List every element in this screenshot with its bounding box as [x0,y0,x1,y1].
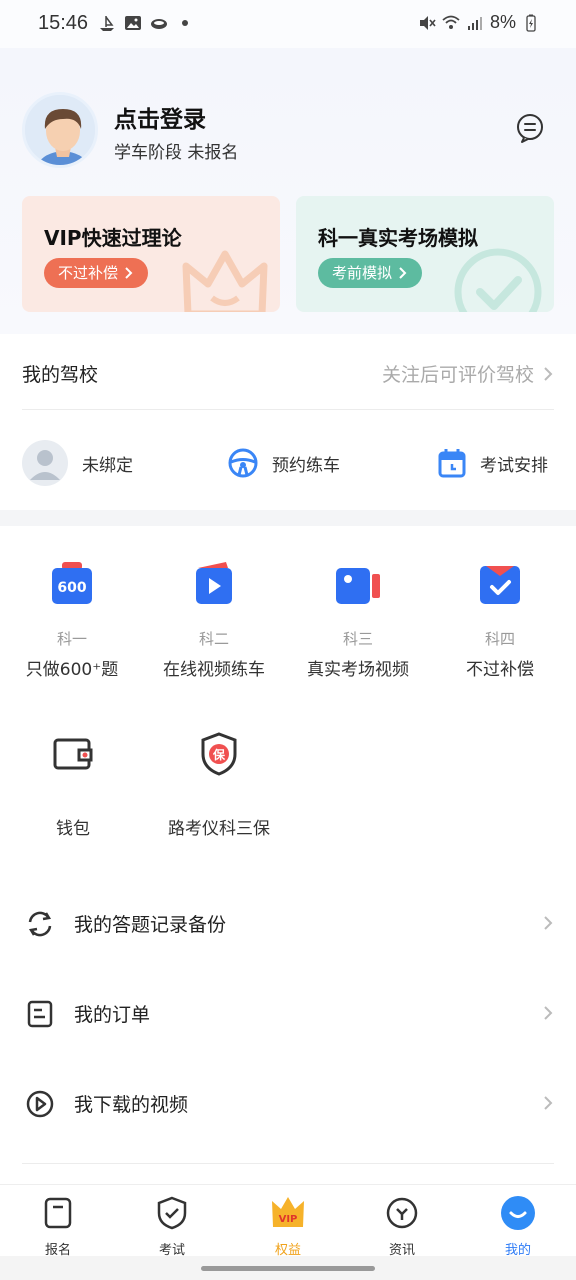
simulation-card-pill[interactable]: 考前模拟 [318,258,423,288]
play-circle-icon [26,1090,54,1118]
subject-one-badge: 600 [57,580,86,596]
nav-benefits[interactable]: VIP 权益 [248,1195,328,1258]
wallet-icon [53,738,93,770]
avatar[interactable] [22,92,98,168]
cloud-icon [151,19,167,29]
vip-card-pill[interactable]: 不过补偿 [44,258,149,288]
chevron-right-icon [544,1096,553,1110]
nav-signup[interactable]: 报名 [18,1195,98,1258]
my-school-label: 我的驾校 [22,364,99,386]
check-circle-icon [454,248,542,312]
chevron-right-icon [544,366,553,381]
subject-three[interactable]: 科三 真实考场视频 [286,562,430,680]
calendar-icon [438,449,466,478]
nav-me[interactable]: 我的 [478,1195,558,1258]
shield-bao-icon: 保 [201,732,237,776]
list-item-answer-backup[interactable]: 我的答题记录备份 [0,878,576,968]
nav-news[interactable]: 资讯 [362,1195,442,1258]
quick-item-book-practice[interactable]: 预约练车 [228,448,340,478]
login-subtitle: 学车阶段 未报名 [114,143,239,163]
vip-card[interactable]: VIP快速过理论 不过补偿 [22,196,280,312]
home-indicator-bar[interactable] [201,1266,375,1271]
ship-icon [100,16,114,31]
vip-card-pill-label: 不过补偿 [58,264,119,282]
simulation-card[interactable]: 科一真实考场模拟 考前模拟 [296,196,554,312]
login-title[interactable]: 点击登录 [114,100,206,134]
simulation-card-pill-label: 考前模拟 [332,264,393,282]
quick-item-label: 未绑定 [82,455,133,476]
me-face-icon [501,1196,535,1230]
shield-bao-badge: 保 [212,747,226,762]
quick-item-label: 考试安排 [480,455,548,476]
tool-label: 路考仪科三保 [168,819,270,839]
steering-wheel-icon [228,448,258,478]
image-icon [125,16,141,30]
list-item-orders[interactable]: 我的订单 [0,968,576,1058]
list-item-label: 我的答题记录备份 [74,914,227,936]
quick-item-label: 预约练车 [272,455,340,476]
vip-crown-icon: VIP [272,1197,304,1227]
news-compass-icon [386,1197,418,1229]
wifi-icon [442,15,460,29]
subject-sub: 科二 [198,630,229,648]
dot-icon [182,20,188,26]
subject-label: 真实考场视频 [307,660,409,680]
subject-label: 在线视频练车 [163,660,265,680]
nav-exam[interactable]: 考试 [132,1195,212,1258]
subjects-grid: 600 科一 只做600⁺题 科二 在线视频练车 科三 真实考场视频 科四 不过… [0,526,576,866]
user-placeholder-icon [22,440,68,486]
list-item-downloaded-videos[interactable]: 我下载的视频 [0,1058,576,1148]
subject-four[interactable]: 科四 不过补偿 [428,562,572,680]
chevron-right-icon [544,916,553,930]
follow-school-text: 关注后可评价驾校 [381,364,534,386]
chevron-right-icon [125,267,133,279]
tool-road-test-guarantee[interactable]: 保 路考仪科三保 [148,730,290,839]
chevron-right-icon [399,267,407,279]
vip-badge: VIP [279,1214,298,1225]
tool-wallet[interactable]: 钱包 [10,730,136,839]
signup-icon [44,1197,72,1229]
status-time: 15:46 [38,12,89,34]
vip-card-title: VIP快速过理论 [44,226,182,250]
signal-icon [467,16,482,30]
mute-icon [419,15,436,30]
subject-one[interactable]: 600 科一 只做600⁺题 [0,562,144,680]
my-school-row[interactable]: 我的驾校 关注后可评价驾校 [0,334,576,410]
battery-percent: 8% [489,12,516,32]
crown-icon [182,250,268,312]
subject-sub: 科四 [484,630,515,648]
sync-icon [28,911,52,937]
divider [22,1163,554,1164]
chevron-right-icon [544,1006,553,1020]
list-item-label: 我下载的视频 [74,1094,189,1116]
exam-shield-icon [157,1196,187,1230]
battery-icon [526,14,536,32]
subject-one-icon: 600 [52,562,92,604]
profile-header: 点击登录 学车阶段 未报名 VIP快速过理论 不过补偿 科一真实考场模拟 考前模… [0,48,576,334]
video-play-icon [196,562,232,604]
subject-label: 只做600⁺题 [25,660,119,680]
status-left-icons [98,14,194,32]
subject-two[interactable]: 科二 在线视频练车 [142,562,286,680]
subject-sub: 科三 [342,630,373,648]
quick-item-exam-schedule[interactable]: 考试安排 [438,448,548,478]
status-right: 8% [418,12,540,33]
list-item-label: 我的订单 [74,1004,151,1026]
camera-icon [336,568,380,604]
home-indicator [0,1256,576,1280]
subject-sub: 科一 [56,630,87,648]
follow-school-link[interactable]: 关注后可评价驾校 [382,360,554,387]
subject-label: 不过补偿 [466,660,534,680]
message-icon[interactable] [514,112,546,144]
avatar-icon [25,95,95,165]
quick-item-unbound[interactable]: 未绑定 [22,440,133,486]
bottom-nav: 报名 考试 VIP 权益 资讯 我的 [0,1184,576,1258]
order-icon [27,1000,53,1028]
section-gap [0,510,576,526]
status-bar: 15:46 8% [0,0,576,48]
tool-label: 钱包 [56,819,90,839]
checkmark-envelope-icon [480,566,520,604]
quick-actions-row: 未绑定 预约练车 考试安排 [0,410,576,510]
